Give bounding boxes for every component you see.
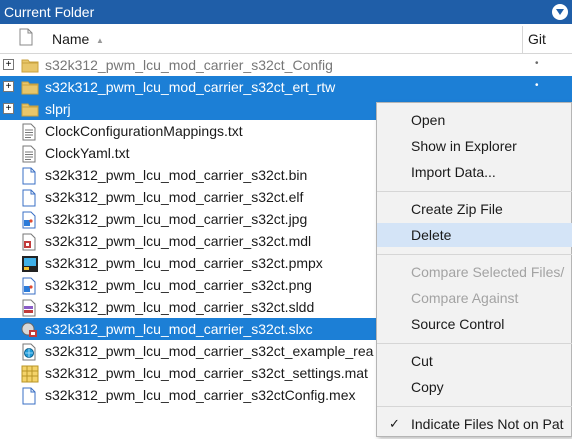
menu-item-label: Compare Selected Files/ [411,264,565,280]
context-menu: Open Show in Explorer Import Data... Create… [376,102,572,437]
panel-title: Current Folder [4,4,95,20]
expand-icon[interactable]: + [3,103,14,114]
menu-item-source-control[interactable]: Source Control [377,312,572,336]
folder-icon [21,101,39,118]
menu-item-label: Import Data... [411,164,496,180]
menu-separator [377,191,572,192]
folder-icon [21,57,39,74]
menu-item-create-zip-file[interactable]: Create Zip File [377,197,572,221]
checkmark-icon: ✓ [389,416,400,431]
menu-item-label: Copy [411,379,444,395]
column-header: Name ▲ Git [0,24,572,54]
file-name: s32k312_pwm_lcu_mod_carrier_s32ct.sldd [45,299,315,315]
menu-item-open[interactable]: Open [377,108,572,132]
file-name: ClockYaml.txt [45,145,130,161]
git-status-indicator: • [535,80,539,91]
menu-item-compare-against: Compare Against [377,286,572,310]
expand-icon[interactable]: + [3,81,14,92]
sort-ascending-icon: ▲ [96,36,104,45]
menu-item-copy[interactable]: Copy [377,375,572,399]
file-name: slprj [45,101,71,117]
git-column-header[interactable]: Git [528,31,546,47]
current-folder-titlebar: Current Folder [0,0,572,24]
menu-item-delete[interactable]: Delete [377,223,572,247]
file-name: s32k312_pwm_lcu_mod_carrier_s32ct_ert_rt… [45,79,336,95]
file-name: s32k312_pwm_lcu_mod_carrier_s32ctConfig.… [45,387,356,403]
file-name: s32k312_pwm_lcu_mod_carrier_s32ct.elf [45,189,304,205]
slxc-file-icon [21,321,39,338]
file-name: s32k312_pwm_lcu_mod_carrier_s32ct_exampl… [45,343,374,359]
menu-item-label: Indicate Files Not on Pat [411,416,564,432]
file-name: s32k312_pwm_lcu_mod_carrier_s32ct.pmpx [45,255,323,271]
text-file-icon [21,145,39,163]
file-name: s32k312_pwm_lcu_mod_carrier_s32ct.bin [45,167,308,183]
blank-file-icon [21,387,39,405]
file-row[interactable]: + s32k312_pwm_lcu_mod_carrier_s32ct_Confi… [0,54,572,76]
text-file-icon [21,123,39,141]
blank-file-icon [21,167,39,185]
menu-item-label: Delete [411,227,452,243]
image-file-icon [21,211,39,229]
mat-file-icon [21,365,39,383]
file-name: s32k312_pwm_lcu_mod_carrier_s32ct_settin… [45,365,368,381]
data-dictionary-icon [21,299,39,317]
globe-file-icon [21,343,39,361]
file-row[interactable]: + s32k312_pwm_lcu_mod_carrier_s32ct_ert_r… [0,76,572,98]
panel-actions-icon[interactable] [552,4,568,20]
menu-item-cut[interactable]: Cut [377,349,572,373]
file-name: ClockConfigurationMappings.txt [45,123,243,139]
menu-item-label: Show in Explorer [411,138,517,154]
menu-item-label: Create Zip File [411,201,503,217]
menu-item-label: Cut [411,353,433,369]
file-name: s32k312_pwm_lcu_mod_carrier_s32ct.mdl [45,233,312,249]
image-file-icon [21,277,39,295]
column-divider[interactable] [522,26,523,54]
menu-item-import-data[interactable]: Import Data... [377,160,572,184]
file-name: s32k312_pwm_lcu_mod_carrier_s32ct_Config [45,57,333,73]
menu-item-label: Source Control [411,316,505,332]
file-name: s32k312_pwm_lcu_mod_carrier_s32ct.slxc [45,321,313,337]
blank-file-icon [21,189,39,207]
menu-separator [377,406,572,407]
menu-separator [377,343,572,344]
file-name: s32k312_pwm_lcu_mod_carrier_s32ct.png [45,277,312,293]
menu-item-show-in-explorer[interactable]: Show in Explorer [377,134,572,158]
model-file-icon [21,233,39,251]
file-name: s32k312_pwm_lcu_mod_carrier_s32ct.jpg [45,211,308,227]
folder-icon [21,79,39,96]
menu-item-label: Open [411,112,446,128]
expand-icon[interactable]: + [3,59,14,70]
git-status-indicator: • [535,58,539,69]
name-column-header[interactable]: Name [52,31,89,47]
menu-separator [377,254,572,255]
menu-item-compare-selected-files: Compare Selected Files/ [377,260,572,284]
menu-item-label: Compare Against [411,290,519,306]
menu-item-indicate-files-not-on-pat[interactable]: ✓ Indicate Files Not on Pat [377,412,572,436]
file-type-column-icon[interactable] [18,28,36,48]
pmpx-file-icon [21,255,39,272]
